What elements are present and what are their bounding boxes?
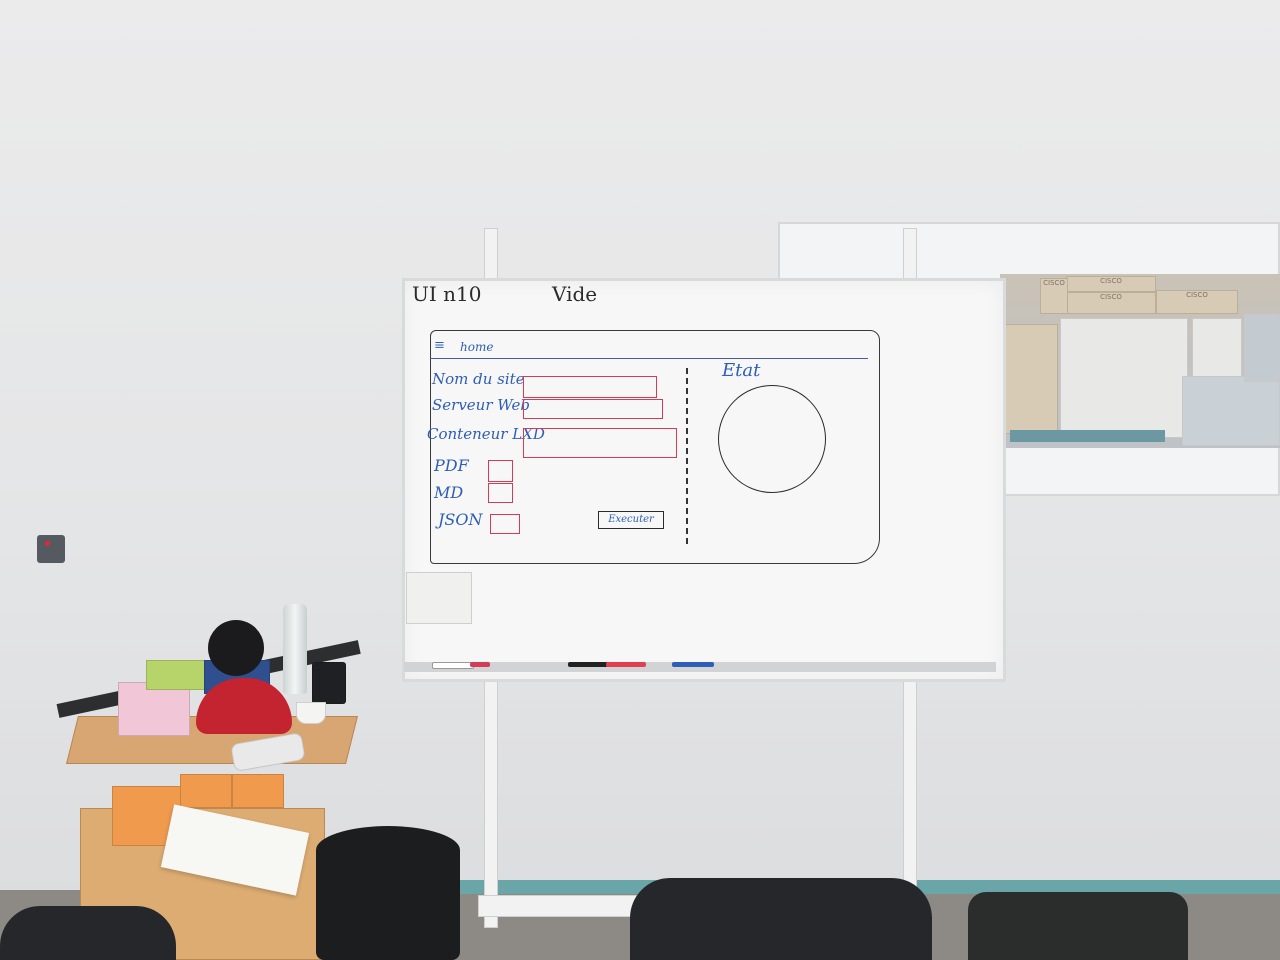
backpack <box>968 892 1188 960</box>
marker-holder <box>406 572 472 624</box>
light-switch <box>37 535 65 563</box>
cardboard-box <box>1000 324 1058 434</box>
sketch-checkbox-label: MD <box>434 483 464 502</box>
sketch-checkbox <box>490 514 520 534</box>
sketch-execute-button: Executer <box>598 511 664 529</box>
cabinet <box>1182 376 1280 446</box>
trash-bin <box>316 826 460 960</box>
capsule-box <box>232 774 284 808</box>
marker <box>568 662 608 667</box>
sketch-field-label: Serveur Web <box>432 396 530 414</box>
sketch-checkbox <box>488 460 513 482</box>
sketch-text-input <box>523 428 677 458</box>
sketch-menu-label: home <box>460 340 494 354</box>
sketch-divider <box>686 368 688 544</box>
box-label: CISCO <box>1186 291 1208 299</box>
coffee-machine-head <box>208 620 264 676</box>
board-title-right: Vide <box>552 282 598 306</box>
sketch-text-input <box>523 376 657 398</box>
capsule-box <box>180 774 232 808</box>
sketch-status-label: Etat <box>722 360 761 381</box>
sketch-checkbox <box>488 483 513 503</box>
sketch-text-input <box>523 399 663 419</box>
marker <box>432 662 474 669</box>
ui-sketch-header-line <box>430 358 868 359</box>
chair-back <box>630 878 932 960</box>
sketch-field-label: Nom du site <box>432 370 525 388</box>
cardboard-box: CISCO <box>1066 292 1156 314</box>
marker <box>606 662 646 667</box>
sketch-checkbox-label: PDF <box>434 456 469 475</box>
board-title-left: UI n10 <box>412 282 482 306</box>
cabinet <box>1244 314 1280 382</box>
cardboard-box: CISCO <box>1040 278 1068 314</box>
sketch-checkbox-label: JSON <box>438 510 483 529</box>
network-switch <box>1010 430 1165 442</box>
marker <box>672 662 714 667</box>
cardboard-box: CISCO <box>1066 276 1156 292</box>
box-label: CISCO <box>1100 293 1122 301</box>
cardboard-box: CISCO <box>1156 290 1238 314</box>
capsule-box <box>118 682 190 736</box>
hamburger-icon: ≡ <box>434 338 445 353</box>
mug <box>312 662 346 704</box>
box-label: CISCO <box>1100 277 1122 285</box>
box-label: CISCO <box>1043 279 1065 287</box>
marker <box>470 662 490 667</box>
coffee-machine <box>196 620 292 740</box>
cup <box>296 702 326 724</box>
cabinet <box>1060 318 1188 438</box>
sketch-status-circle <box>718 385 826 493</box>
coffee-machine-base <box>196 678 292 734</box>
chair-back <box>0 906 176 960</box>
wall-window-glass: CISCO CISCO CISCO CISCO <box>1000 274 1280 448</box>
